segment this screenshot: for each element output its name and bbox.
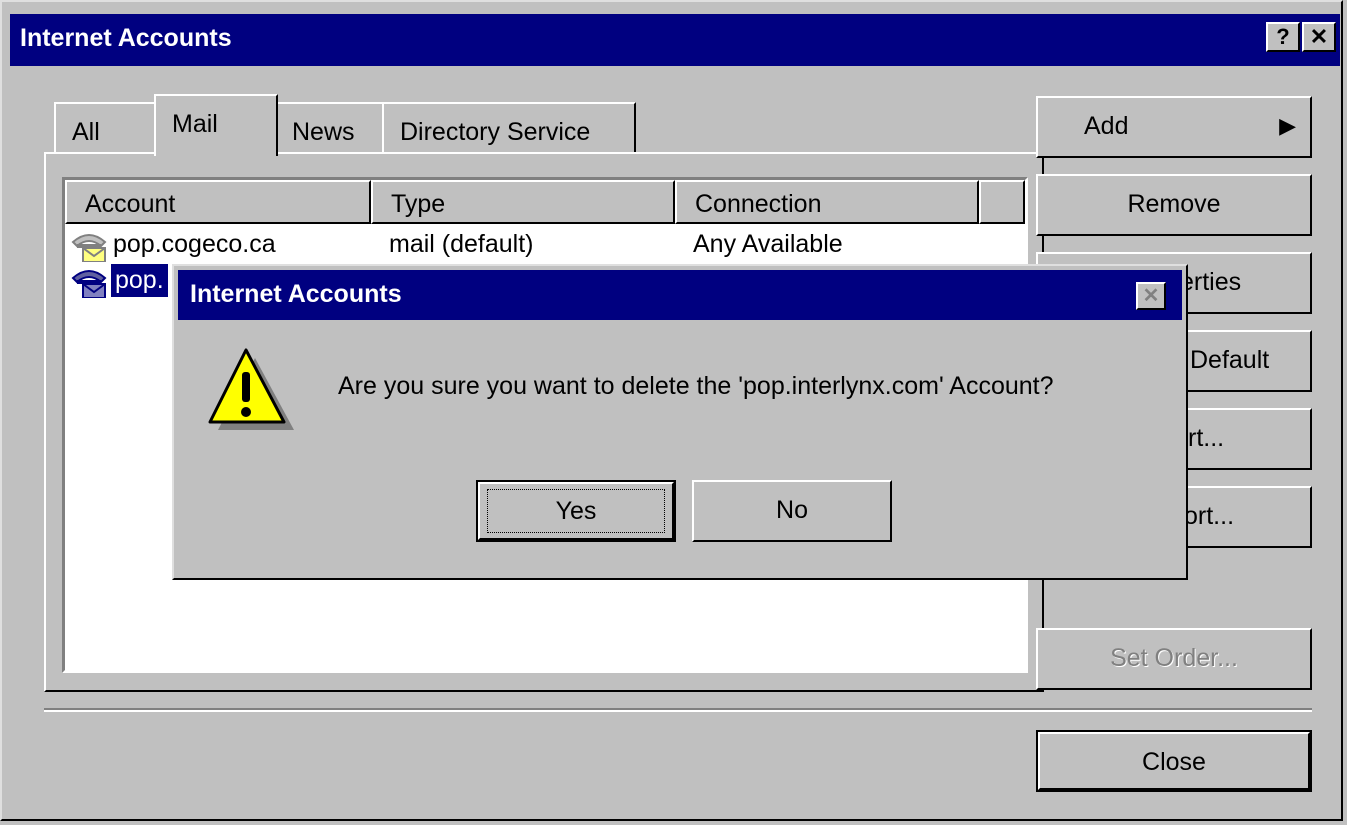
column-header-account[interactable]: Account [65,180,371,224]
dialog-close-button[interactable]: ✕ [1136,282,1166,310]
window-title-bar[interactable]: Internet Accounts ? ✕ [10,14,1340,66]
column-header-empty [979,180,1025,224]
properties-button-label: erties [1180,268,1242,296]
tab-all[interactable]: All [54,102,162,158]
mail-account-icon [71,234,107,262]
arrow-right-icon: ▶ [1279,113,1296,138]
export-button-label: ort... [1184,502,1235,530]
close-button-face: Close [1038,732,1310,790]
dialog-title-bar[interactable]: Internet Accounts ✕ [178,270,1182,320]
column-header-type[interactable]: Type [371,180,675,224]
tab-mail[interactable]: Mail [154,94,278,156]
account-name: pop.cogeco.ca [113,230,276,258]
dialog-message: Are you sure you want to delete the 'pop… [338,372,1054,400]
warning-icon [208,348,294,430]
yes-button[interactable]: Yes [476,480,676,542]
yes-button-label: Yes [487,489,665,533]
close-button[interactable]: Close [1036,730,1312,792]
window-title: Internet Accounts [20,24,232,52]
account-type: mail (default) [389,230,534,258]
set-as-default-button-label: Default [1190,346,1270,374]
account-name: pop. [110,263,169,298]
import-button-label: rt... [1188,424,1225,452]
add-button-label: Add [1084,112,1129,140]
internet-accounts-window: Internet Accounts ? ✕ All Mail News Dire… [0,0,1343,821]
no-button[interactable]: No [692,480,892,542]
add-button[interactable]: Add ▶ [1036,96,1312,158]
tab-directory-service[interactable]: Directory Service [382,102,636,158]
close-window-button[interactable]: ✕ [1302,22,1336,52]
account-connection: Any Available [693,230,843,258]
mail-account-icon [71,270,107,298]
tab-news[interactable]: News [274,102,384,158]
set-order-button[interactable]: Set Order... [1036,628,1312,690]
help-button[interactable]: ? [1266,22,1300,52]
column-header-connection[interactable]: Connection [675,180,979,224]
separator [44,708,1312,712]
dialog-title: Internet Accounts [190,280,402,308]
remove-button[interactable]: Remove [1036,174,1312,236]
yes-button-face: Yes [478,482,674,540]
confirm-delete-dialog: Internet Accounts ✕ Are you sure you wan… [172,264,1188,580]
